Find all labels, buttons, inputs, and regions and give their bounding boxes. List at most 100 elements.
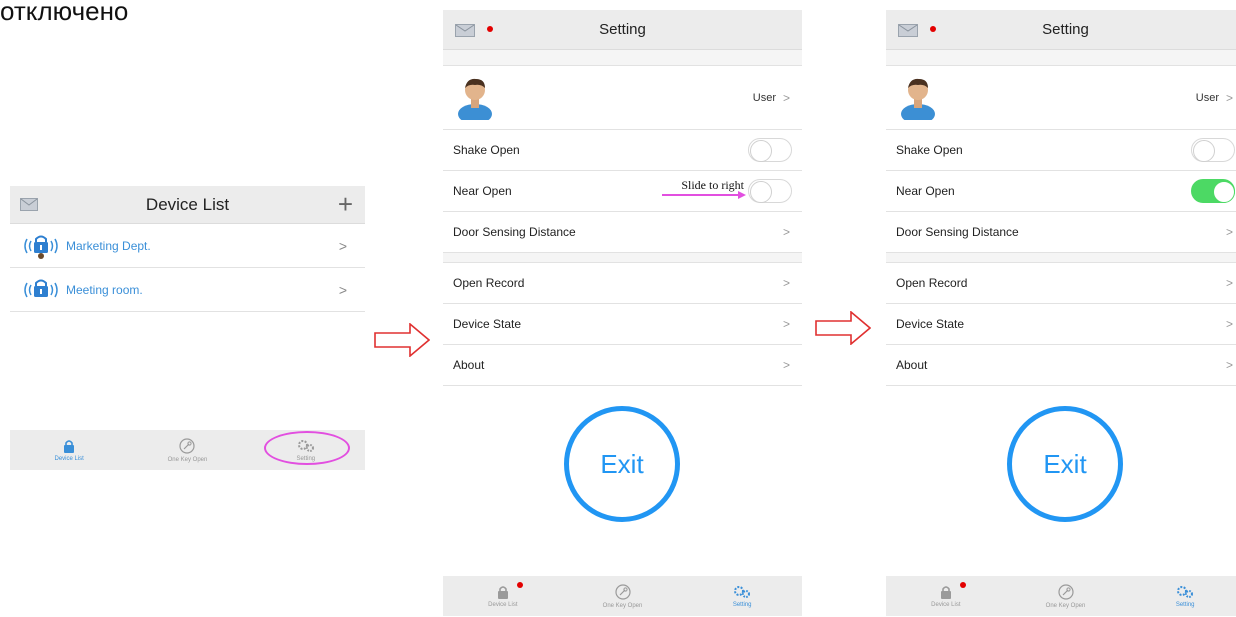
near-open-toggle[interactable] — [1191, 179, 1235, 203]
device-name: Meeting room. — [66, 282, 143, 297]
notification-dot — [517, 582, 523, 588]
key-icon — [179, 437, 196, 454]
device-row-marketing[interactable]: Marketing Dept. > — [10, 224, 365, 268]
user-label: User — [752, 91, 776, 104]
user-label: User — [1195, 91, 1219, 104]
highlight-circle-annotation — [264, 431, 350, 465]
row-label: Near Open — [453, 184, 512, 198]
device-state-row[interactable]: Device State > — [443, 304, 802, 345]
row-label: Open Record — [453, 276, 525, 290]
tab-device-list[interactable]: Device List — [886, 576, 1006, 616]
lock-icon — [940, 585, 951, 599]
arrow-right-icon — [374, 323, 430, 357]
chevron-right-icon: > — [1225, 276, 1233, 290]
near-open-toggle[interactable] — [748, 179, 792, 203]
chevron-right-icon: > — [782, 90, 790, 105]
setting-header: Setting — [886, 10, 1236, 50]
exit-area: Exit — [886, 386, 1236, 576]
lock-icon — [64, 439, 75, 453]
arrow-right-icon — [815, 311, 871, 345]
setting-tabbar: Device List One Key Open Setting — [443, 576, 802, 616]
row-label: About — [453, 358, 485, 372]
tab-setting[interactable]: Setting — [1125, 576, 1236, 616]
gear-icon — [1177, 585, 1194, 598]
chevron-right-icon: > — [782, 276, 790, 290]
heading-top: отключено — [0, 0, 129, 26]
row-label: Device State — [453, 317, 522, 331]
about-row[interactable]: About > — [443, 345, 802, 386]
chevron-right-icon: > — [1225, 225, 1233, 239]
mail-icon[interactable] — [898, 24, 918, 42]
exit-button[interactable]: Exit — [564, 406, 680, 522]
chevron-right-icon: > — [782, 225, 790, 239]
tab-label: One Key Open — [1045, 602, 1086, 609]
setting-header: Setting — [443, 10, 802, 50]
tab-label: Device List — [54, 455, 84, 462]
device-list-header: Device List + — [10, 186, 365, 224]
tab-label: Setting — [732, 601, 752, 608]
tab-label: One Key Open — [602, 602, 643, 609]
slide-arrow-icon — [662, 191, 746, 199]
user-row[interactable]: User > — [443, 66, 802, 130]
tab-one-key-open[interactable]: One Key Open — [1006, 576, 1126, 616]
device-state-row[interactable]: Device State > — [886, 304, 1236, 345]
chevron-right-icon: > — [782, 358, 790, 372]
tab-setting[interactable]: Setting — [682, 576, 802, 616]
section-gap — [443, 50, 802, 66]
row-label: Door Sensing Distance — [896, 225, 1019, 239]
setting-tabbar: Device List One Key Open Setting — [886, 576, 1236, 616]
device-row-meeting[interactable]: Meeting room. > — [10, 268, 365, 312]
chevron-right-icon: > — [1225, 90, 1233, 105]
device-list-title: Device List — [145, 194, 230, 214]
gear-icon — [734, 585, 751, 598]
section-gap — [886, 50, 1236, 66]
device-list-screen: Device List + Marketing Dept. > Meeting … — [10, 186, 365, 470]
chevron-right-icon: > — [1225, 358, 1233, 372]
door-sensing-distance-row[interactable]: Door Sensing Distance > — [886, 212, 1236, 253]
key-icon — [614, 583, 631, 600]
key-icon — [1057, 583, 1074, 600]
mail-icon[interactable] — [20, 198, 38, 216]
device-name: Marketing Dept. — [66, 238, 151, 253]
tab-label: Device List — [931, 601, 961, 608]
wireless-lock-icon — [20, 233, 62, 259]
lock-icon — [497, 585, 508, 599]
shake-open-toggle[interactable] — [1191, 138, 1235, 162]
mail-icon[interactable] — [455, 24, 475, 42]
tab-label: One Key Open — [167, 456, 208, 463]
chevron-right-icon: > — [782, 317, 790, 331]
near-open-row: Near Open Slide to right — [443, 171, 802, 212]
notification-dot — [960, 582, 966, 588]
row-label: Near Open — [896, 184, 955, 198]
shake-open-row: Shake Open — [886, 130, 1236, 171]
open-record-row[interactable]: Open Record > — [443, 263, 802, 304]
shake-open-row: Shake Open — [443, 130, 802, 171]
avatar — [458, 78, 492, 120]
open-record-row[interactable]: Open Record > — [886, 263, 1236, 304]
avatar — [901, 78, 935, 120]
tab-one-key-open[interactable]: One Key Open — [128, 430, 246, 470]
tab-device-list[interactable]: Device List — [443, 576, 563, 616]
notification-dot — [930, 26, 936, 32]
tab-one-key-open[interactable]: One Key Open — [563, 576, 683, 616]
row-label: Open Record — [896, 276, 968, 290]
door-sensing-distance-row[interactable]: Door Sensing Distance > — [443, 212, 802, 253]
near-open-row: Near Open — [886, 171, 1236, 212]
row-label: Shake Open — [896, 143, 963, 157]
user-row[interactable]: User > — [886, 66, 1236, 130]
setting-screen-after: Setting User > Shake Open Near Open Door… — [886, 10, 1236, 616]
tab-device-list[interactable]: Device List — [10, 430, 128, 470]
setting-title: Setting — [1042, 21, 1089, 38]
row-label: Door Sensing Distance — [453, 225, 576, 239]
section-gap — [443, 253, 802, 263]
exit-button[interactable]: Exit — [1007, 406, 1123, 522]
shake-open-toggle[interactable] — [748, 138, 792, 162]
row-label: Device State — [896, 317, 965, 331]
about-row[interactable]: About > — [886, 345, 1236, 386]
setting-screen-before: Setting User > Shake Open Near Open Slid… — [443, 10, 802, 616]
section-gap — [886, 253, 1236, 263]
tab-label: Device List — [488, 601, 518, 608]
notification-dot — [487, 26, 493, 32]
chevron-right-icon: > — [338, 237, 347, 254]
add-device-button[interactable]: + — [338, 190, 353, 218]
